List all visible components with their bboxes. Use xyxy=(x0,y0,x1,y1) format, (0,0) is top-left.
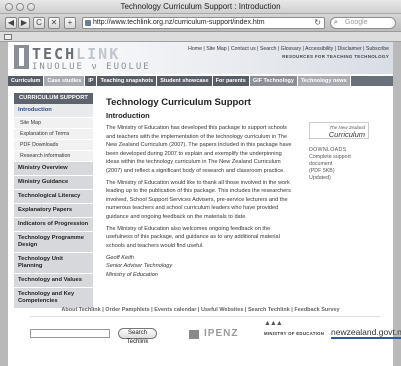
web-page: TECHLINK INUOLUE ν EUOLUE Home | Site Ma… xyxy=(8,42,401,366)
ipenz-logo-icon xyxy=(189,330,199,339)
download-line: Updated) xyxy=(309,175,331,181)
downloads-box: DOWNLOADS Complete support document (PDF… xyxy=(309,147,369,182)
signature-role: Senior Adviser Technology xyxy=(106,263,173,269)
reload-button[interactable]: C xyxy=(33,17,45,29)
browser-toolbar: ◀ ▶ C ✕ + http://www.techlink.org.nz/cur… xyxy=(0,14,401,32)
sidebar-item-technology-unit-planning[interactable]: Technology Unit Planning xyxy=(14,253,93,274)
sidebar-item-ministry-guidance[interactable]: Ministry Guidance xyxy=(14,176,93,190)
feedback-paragraph: The Ministry of Education also welcomes … xyxy=(106,225,280,249)
downloads-heading: DOWNLOADS xyxy=(309,147,347,153)
intro-paragraph: The Ministry of Education has developed … xyxy=(106,125,292,174)
nav-item-for-parents[interactable]: For parents xyxy=(212,76,250,86)
bookmarks-icon[interactable] xyxy=(4,34,12,40)
logo-text-link: LINK xyxy=(76,45,121,63)
sidebar: CURRICULUM SUPPORT Introduction Site Map E… xyxy=(14,93,93,309)
moe-emblem-icon: ▲▲▲ xyxy=(264,320,283,327)
utility-links[interactable]: Home | Site Map | Contact us | Search | … xyxy=(188,46,389,52)
add-bookmark-button[interactable]: + xyxy=(64,17,76,29)
nav-item-student-showcase[interactable]: Student showcase xyxy=(157,76,213,86)
sidebar-item-ministry-overview[interactable]: Ministry Overview xyxy=(14,162,93,176)
thanks-paragraph: The Ministry of Education would like to … xyxy=(106,179,291,220)
search-field[interactable]: ⌕ Google xyxy=(330,17,396,29)
sidebar-item-site-map[interactable]: Site Map xyxy=(14,118,93,129)
sidebar-item-technology-and-key-competencies[interactable]: Technology and Key Competencies xyxy=(14,288,93,309)
stop-button[interactable]: ✕ xyxy=(48,17,60,29)
search-techlink-button[interactable]: Search Techlink xyxy=(118,328,157,345)
site-logo[interactable]: TECHLINK xyxy=(32,45,120,63)
sidebar-item-technological-literacy[interactable]: Technological Literacy xyxy=(14,190,93,204)
download-link[interactable]: Complete support xyxy=(309,154,369,161)
address-url: http://www.techlink.org.nz/curriculum-su… xyxy=(93,19,265,26)
sidebar-item-indicators-of-progression[interactable]: Indicators of Progression xyxy=(14,218,93,232)
sidebar-item-technology-and-values[interactable]: Technology and Values xyxy=(14,274,93,288)
footer-search-input[interactable] xyxy=(30,329,110,338)
nz-curriculum-badge[interactable]: The New Zealand Curriculum xyxy=(309,122,369,139)
right-column: The New Zealand Curriculum DOWNLOADS Com… xyxy=(309,122,369,182)
nav-item-teaching-snapshots[interactable]: Teaching snapshots xyxy=(97,76,158,86)
main-content: Technology Curriculum Support Introducti… xyxy=(106,97,296,283)
curriculum-badge-title: Curriculum xyxy=(328,130,365,139)
signature: Geoff Keith Senior Adviser Technology Mi… xyxy=(106,254,296,280)
nav-item-gif-technology[interactable]: GIF Technology xyxy=(249,76,298,86)
back-button[interactable]: ◀ xyxy=(5,17,17,29)
download-line: (PDF 5KB) xyxy=(309,168,335,174)
sidebar-item-technology-programme-design[interactable]: Technology Programme Design xyxy=(14,232,93,253)
window-title: Technology Curriculum Support : Introduc… xyxy=(120,2,281,11)
sidebar-item-explanatory-papers[interactable]: Explanatory Papers xyxy=(14,204,93,218)
site-favicon-icon xyxy=(85,20,91,26)
page-title: Technology Curriculum Support xyxy=(106,97,251,108)
sidebar-item-explanation-of-terms[interactable]: Explanation of Terms xyxy=(14,129,93,140)
sidebar-item-introduction[interactable]: Introduction xyxy=(14,104,93,118)
refresh-icon[interactable]: ↻ xyxy=(314,18,321,28)
moe-logo-text: MINISTRY OF EDUCATION xyxy=(264,331,325,336)
main-navigation: Curriculum Case studies IP Teaching snapsho… xyxy=(8,76,393,86)
window-titlebar: Technology Curriculum Support : Introduc… xyxy=(0,0,401,14)
logo-slogan: INUOLUE ν EUOLUE xyxy=(32,62,151,72)
logo-text-tech: TECH xyxy=(32,45,77,63)
sidebar-item-pdf-downloads[interactable]: PDF Downloads xyxy=(14,140,93,151)
ipenz-logo[interactable]: IPENZ xyxy=(204,328,238,339)
nz-govt-logo[interactable]: newzealand.govt.nz xyxy=(331,327,401,339)
download-line: document xyxy=(309,161,333,167)
search-placeholder: Google xyxy=(345,19,368,26)
signature-org: Ministry of Education xyxy=(106,271,158,278)
nav-item-curriculum[interactable]: Curriculum xyxy=(8,76,45,86)
page-subtitle: Introduction xyxy=(106,111,150,120)
sidebar-heading: CURRICULUM SUPPORT xyxy=(14,93,93,104)
search-icon: ⌕ xyxy=(334,19,338,26)
techlink-logo-icon[interactable] xyxy=(14,45,29,69)
site-header: TECHLINK INUOLUE ν EUOLUE Home | Site Ma… xyxy=(8,42,393,74)
forward-button[interactable]: ▶ xyxy=(18,17,30,29)
nav-item-technology-news[interactable]: Technology news xyxy=(297,76,351,86)
address-bar[interactable]: http://www.techlink.org.nz/curriculum-su… xyxy=(82,17,325,29)
signature-name: Geoff Keith xyxy=(106,254,134,261)
nav-item-case-studies[interactable]: Case studies xyxy=(44,76,86,86)
footer-divider xyxy=(30,316,380,317)
sidebar-item-research-information[interactable]: Research information xyxy=(14,151,93,162)
bookmarks-bar xyxy=(0,32,401,42)
moe-logo[interactable]: ▲▲▲ MINISTRY OF EDUCATION xyxy=(264,320,324,340)
site-tagline: RESOURCES FOR TEACHING TECHNOLOGY xyxy=(282,54,389,59)
footer-links[interactable]: About Techlink | Order Pamphlets | Event… xyxy=(8,307,393,313)
nav-item-ip[interactable]: IP xyxy=(85,76,98,86)
